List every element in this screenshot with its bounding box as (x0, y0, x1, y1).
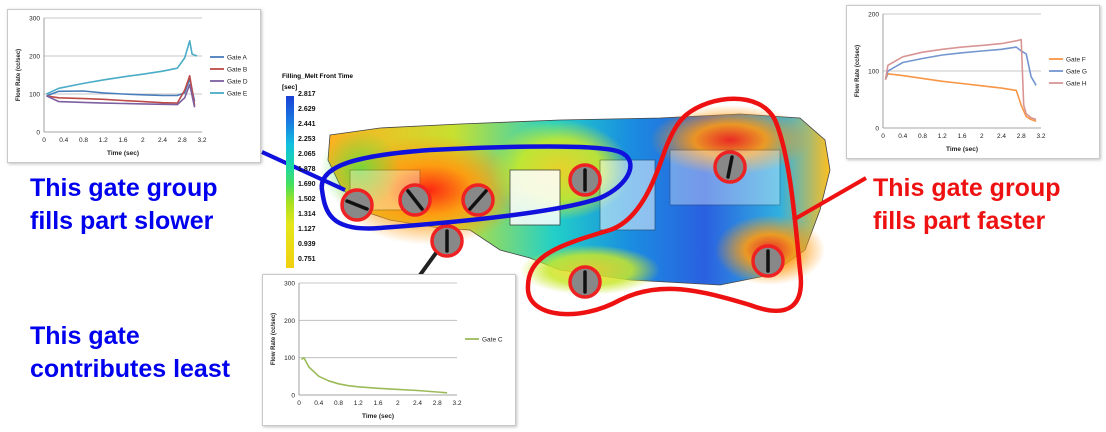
legend-value: 1.127 (298, 226, 316, 233)
chart-gate-c: 0 100 200 300 0 0.4 0.8 1.2 1.6 2 2.4 2.8 3.2 Time (s… (262, 274, 516, 426)
series-line (884, 46, 1037, 86)
x-tick-label: 0.4 (898, 133, 907, 140)
caption-line: fills part slower (30, 207, 214, 235)
legend-value: 1.502 (298, 196, 316, 203)
caption-line: This gate group (30, 174, 218, 202)
flow-rate-chart: 0 100 200 300 0 0.4 0.8 1.2 1.6 2 2.4 2.8 3.2 Time (s… (271, 281, 503, 421)
legend-entry: Gate H (1066, 81, 1087, 88)
y-tick-label: 300 (284, 281, 295, 288)
legend-color-bar (286, 96, 294, 268)
legend-value: 2.629 (298, 106, 316, 113)
y-tick-label: 0 (875, 126, 879, 133)
x-tick-label: 1.6 (957, 133, 966, 140)
y-tick-label: 100 (284, 355, 295, 362)
series-line (884, 38, 1037, 121)
series-line (884, 73, 1037, 122)
x-tick-label: 0.8 (79, 137, 88, 144)
x-tick-label: 0.8 (918, 133, 927, 140)
x-tick-label: 2.8 (1017, 133, 1026, 140)
y-tick-label: 0 (291, 393, 295, 400)
legend-value: 0.939 (298, 241, 316, 248)
series-line (46, 39, 198, 95)
fast-group-connector (792, 176, 867, 222)
y-axis-label: Flow Rate (cc/sec) (855, 45, 861, 97)
x-tick-label: 2.4 (413, 400, 422, 407)
legend-value: 2.441 (298, 121, 316, 128)
legend-entry: Gate B (227, 67, 247, 74)
legend-entry: Gate C (482, 337, 503, 344)
x-tick-label: 1.2 (354, 400, 363, 407)
least-gate-connector (418, 251, 438, 277)
y-tick-label: 200 (29, 54, 40, 61)
flow-rate-chart: 0 100 200 300 0 0.4 0.8 1.2 1.6 2 2.4 2.8 3.2 Time (s… (16, 16, 248, 158)
legend-value: 1.314 (298, 211, 316, 218)
slow-group-outline (319, 144, 633, 231)
legend-value: 2.817 (298, 91, 316, 98)
caption-line: This gate (30, 322, 140, 350)
y-tick-label: 200 (868, 12, 879, 19)
x-tick-label: 2 (141, 137, 145, 144)
y-tick-label: 100 (868, 69, 879, 76)
legend-value: 2.253 (298, 136, 316, 143)
y-axis-label: Flow Rate (cc/sec) (16, 49, 22, 101)
x-tick-label: 2 (980, 133, 984, 140)
legend-entry: Gate E (227, 91, 248, 98)
x-tick-label: 0 (297, 400, 301, 407)
slow-group-caption: This gate group fills part slower (30, 172, 218, 238)
y-tick-label: 100 (29, 92, 40, 99)
x-tick-label: 3.2 (197, 137, 206, 144)
series-line (301, 356, 448, 394)
x-tick-label: 1.2 (938, 133, 947, 140)
legend-value: 2.065 (298, 151, 316, 158)
x-axis-label: Time (sec) (362, 413, 394, 420)
legend-value: 1.690 (298, 181, 316, 188)
least-gate-caption: This gate contributes least (30, 320, 230, 386)
legend-title: Filling_Melt Front Time (282, 73, 354, 80)
x-tick-label: 2 (396, 400, 400, 407)
x-tick-label: 2.8 (433, 400, 442, 407)
legend-value: 0.751 (298, 256, 316, 263)
flow-rate-chart: 0 100 200 0 0.4 0.8 1.2 1.6 2 2.4 2.8 3.2 Time (sec)… (855, 12, 1087, 154)
caption-line: fills part faster (873, 207, 1046, 235)
y-tick-label: 300 (29, 16, 40, 23)
legend-entry: Gate D (227, 79, 248, 86)
y-axis-label: Flow Rate (cc/sec) (271, 313, 277, 365)
x-tick-label: 1.6 (373, 400, 382, 407)
caption-line: contributes least (30, 355, 231, 383)
x-axis-label: Time (sec) (946, 146, 978, 153)
x-tick-label: 0.4 (59, 137, 68, 144)
x-tick-label: 3.2 (1036, 133, 1045, 140)
x-tick-label: 0 (881, 133, 885, 140)
y-tick-label: 0 (36, 130, 40, 137)
caption-line: This gate group (873, 174, 1061, 202)
slide: Filling_Melt Front Time [sec] 2.817 2.62… (0, 0, 1106, 432)
legend-entry: Gate G (1066, 69, 1087, 76)
x-axis-label: Time (sec) (107, 150, 139, 157)
legend-value: 1.878 (298, 166, 316, 173)
legend-entry: Gate A (227, 55, 248, 62)
x-tick-label: 2.8 (178, 137, 187, 144)
x-tick-label: 0.8 (334, 400, 343, 407)
x-tick-label: 0.4 (314, 400, 323, 407)
x-tick-label: 3.2 (452, 400, 461, 407)
y-tick-label: 200 (284, 318, 295, 325)
x-tick-label: 0 (42, 137, 46, 144)
legend-entry: Gate F (1066, 57, 1086, 64)
fast-group-caption: This gate group fills part faster (873, 172, 1061, 238)
legend-unit: [sec] (282, 84, 298, 91)
chart-gates-fgh: 0 100 200 0 0.4 0.8 1.2 1.6 2 2.4 2.8 3.2 Time (sec)… (846, 5, 1100, 159)
x-tick-label: 1.2 (99, 137, 108, 144)
x-tick-label: 2.4 (158, 137, 167, 144)
chart-gates-abde: 0 100 200 300 0 0.4 0.8 1.2 1.6 2 2.4 2.8 3.2 Time (s… (7, 9, 261, 163)
x-tick-label: 2.4 (997, 133, 1006, 140)
x-tick-label: 1.6 (118, 137, 127, 144)
